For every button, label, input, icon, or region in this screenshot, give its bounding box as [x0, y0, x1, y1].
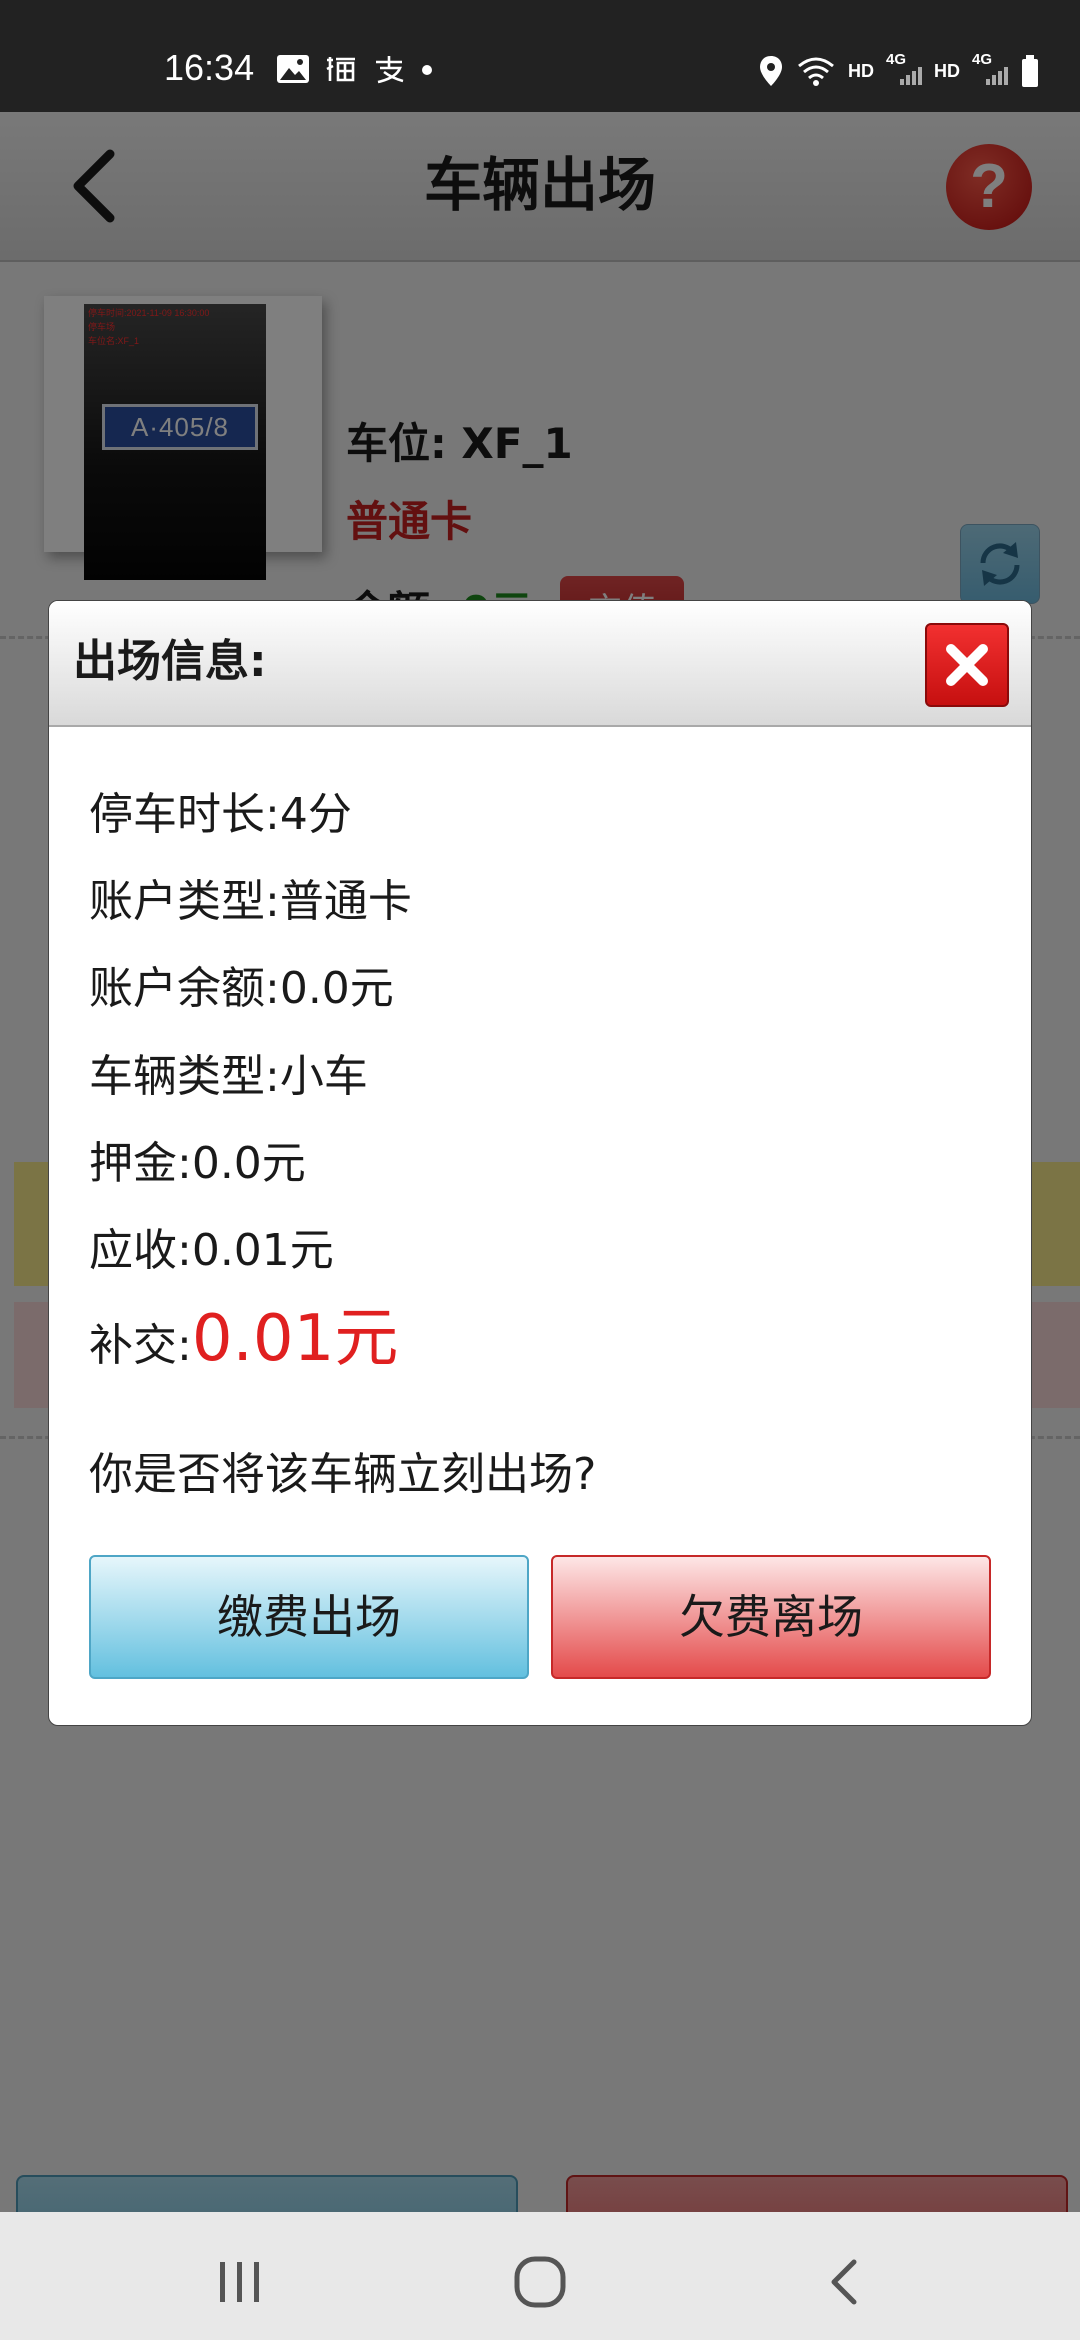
dialog-title: 出场信息: — [73, 636, 267, 687]
close-icon[interactable] — [925, 623, 1009, 707]
dialog-header: 出场信息: — [49, 601, 1031, 727]
signal-icon-2: 4G — [972, 51, 1008, 85]
supplement-row: 补交:0.01元 — [89, 1307, 398, 1374]
exit-info-dialog: 出场信息: 停车时长:4分 账户类型:普通卡 账户余额:0.0元 车辆类型:小车… — [48, 600, 1032, 1726]
image-icon — [277, 55, 309, 83]
network-hd-2: HD — [934, 60, 960, 81]
status-right-icons: HD 4G HD 4G — [758, 51, 1040, 88]
deposit: 押金:0.0元 — [89, 1138, 306, 1189]
confirm-question: 你是否将该车辆立刻出场? — [89, 1449, 597, 1500]
alipay-icon — [376, 56, 404, 84]
supplement-label: 补交: — [89, 1320, 192, 1371]
recent-apps-icon[interactable] — [210, 2252, 270, 2312]
status-time: 16:34 — [164, 47, 255, 88]
network-4g-2: 4G — [972, 51, 993, 68]
account-type: 账户类型:普通卡 — [89, 876, 412, 927]
account-balance: 账户余额:0.0元 — [89, 963, 394, 1014]
pay-and-exit-button[interactable]: 缴费出场 — [89, 1555, 529, 1679]
network-4g-1: 4G — [886, 51, 907, 68]
location-icon — [760, 56, 782, 86]
back-nav-icon[interactable] — [814, 2252, 874, 2312]
dot-icon — [422, 65, 432, 75]
status-bar: 16:34 HD 4G HD 4G — [0, 0, 1080, 112]
vehicle-type: 车辆类型:小车 — [89, 1051, 368, 1102]
home-icon[interactable] — [508, 2250, 572, 2314]
signal-icon-1: 4G — [886, 51, 922, 85]
wifi-icon — [798, 57, 834, 86]
supplement-amount: 0.01元 — [191, 1302, 399, 1376]
parking-duration: 停车时长:4分 — [89, 789, 352, 840]
leave-in-arrears-button[interactable]: 欠费离场 — [551, 1555, 991, 1679]
status-left-icons — [276, 54, 434, 84]
system-nav-bar — [0, 2212, 1080, 2340]
amount-receivable: 应收:0.01元 — [89, 1225, 334, 1276]
taobao-icon — [326, 57, 355, 82]
battery-icon — [1022, 55, 1038, 87]
network-hd-1: HD — [848, 60, 874, 81]
